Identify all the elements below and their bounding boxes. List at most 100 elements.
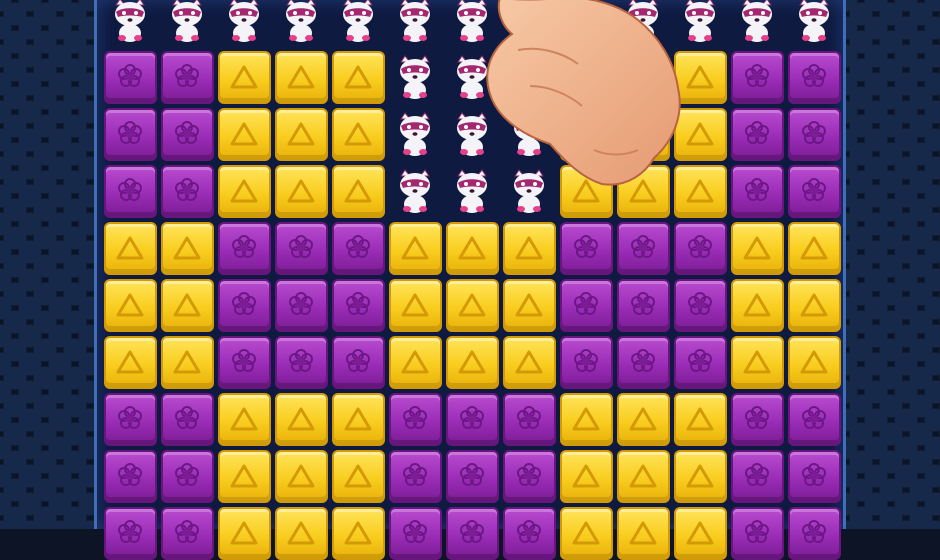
purple-cube-tile[interactable] [274, 221, 328, 275]
purple-cube-tile[interactable] [160, 107, 214, 161]
yellow-cube-tile[interactable] [388, 278, 442, 332]
purple-cube-tile[interactable] [730, 506, 784, 560]
purple-cube-tile[interactable] [103, 506, 157, 560]
yellow-cube-tile[interactable] [787, 335, 841, 389]
raccoon-tile[interactable] [388, 164, 442, 218]
purple-cube-tile[interactable] [103, 449, 157, 503]
yellow-cube-tile[interactable] [160, 335, 214, 389]
yellow-cube-tile[interactable] [559, 506, 613, 560]
purple-cube-tile[interactable] [787, 50, 841, 104]
purple-cube-tile[interactable] [388, 392, 442, 446]
yellow-cube-tile[interactable] [730, 221, 784, 275]
purple-cube-tile[interactable] [559, 278, 613, 332]
purple-cube-tile[interactable] [331, 278, 385, 332]
purple-cube-tile[interactable] [217, 278, 271, 332]
purple-cube-tile[interactable] [730, 392, 784, 446]
purple-cube-tile[interactable] [787, 449, 841, 503]
purple-cube-tile[interactable] [673, 278, 727, 332]
yellow-cube-tile[interactable] [673, 506, 727, 560]
purple-cube-tile[interactable] [673, 221, 727, 275]
yellow-cube-tile[interactable] [331, 50, 385, 104]
purple-cube-tile[interactable] [616, 278, 670, 332]
yellow-cube-tile[interactable] [388, 221, 442, 275]
yellow-cube-tile[interactable] [331, 392, 385, 446]
purple-cube-tile[interactable] [445, 392, 499, 446]
purple-cube-tile[interactable] [217, 221, 271, 275]
purple-cube-tile[interactable] [559, 221, 613, 275]
purple-cube-tile[interactable] [331, 221, 385, 275]
yellow-cube-tile[interactable] [673, 392, 727, 446]
purple-cube-tile[interactable] [160, 50, 214, 104]
purple-cube-tile[interactable] [274, 335, 328, 389]
raccoon-tile[interactable] [217, 0, 271, 47]
yellow-cube-tile[interactable] [445, 278, 499, 332]
purple-cube-tile[interactable] [730, 50, 784, 104]
purple-cube-tile[interactable] [616, 221, 670, 275]
yellow-cube-tile[interactable] [331, 164, 385, 218]
yellow-cube-tile[interactable] [388, 335, 442, 389]
yellow-cube-tile[interactable] [559, 449, 613, 503]
purple-cube-tile[interactable] [787, 392, 841, 446]
yellow-cube-tile[interactable] [616, 506, 670, 560]
purple-cube-tile[interactable] [160, 164, 214, 218]
yellow-cube-tile[interactable] [331, 107, 385, 161]
purple-cube-tile[interactable] [445, 506, 499, 560]
purple-cube-tile[interactable] [388, 506, 442, 560]
purple-cube-tile[interactable] [559, 335, 613, 389]
yellow-cube-tile[interactable] [103, 221, 157, 275]
yellow-cube-tile[interactable] [217, 506, 271, 560]
yellow-cube-tile[interactable] [274, 50, 328, 104]
purple-cube-tile[interactable] [217, 335, 271, 389]
yellow-cube-tile[interactable] [274, 107, 328, 161]
yellow-cube-tile[interactable] [616, 392, 670, 446]
purple-cube-tile[interactable] [445, 449, 499, 503]
yellow-cube-tile[interactable] [730, 335, 784, 389]
purple-cube-tile[interactable] [160, 392, 214, 446]
yellow-cube-tile[interactable] [502, 278, 556, 332]
purple-cube-tile[interactable] [673, 335, 727, 389]
raccoon-tile[interactable] [730, 0, 784, 47]
purple-cube-tile[interactable] [274, 278, 328, 332]
yellow-cube-tile[interactable] [730, 278, 784, 332]
raccoon-tile[interactable] [787, 0, 841, 47]
yellow-cube-tile[interactable] [331, 506, 385, 560]
yellow-cube-tile[interactable] [502, 335, 556, 389]
yellow-cube-tile[interactable] [331, 449, 385, 503]
yellow-cube-tile[interactable] [616, 449, 670, 503]
yellow-cube-tile[interactable] [673, 449, 727, 503]
yellow-cube-tile[interactable] [274, 164, 328, 218]
yellow-cube-tile[interactable] [160, 221, 214, 275]
raccoon-tile[interactable] [388, 0, 442, 47]
yellow-cube-tile[interactable] [274, 506, 328, 560]
yellow-cube-tile[interactable] [217, 50, 271, 104]
purple-cube-tile[interactable] [103, 50, 157, 104]
yellow-cube-tile[interactable] [217, 107, 271, 161]
yellow-cube-tile[interactable] [787, 221, 841, 275]
purple-cube-tile[interactable] [103, 107, 157, 161]
yellow-cube-tile[interactable] [103, 335, 157, 389]
yellow-cube-tile[interactable] [217, 449, 271, 503]
yellow-cube-tile[interactable] [217, 164, 271, 218]
purple-cube-tile[interactable] [730, 107, 784, 161]
purple-cube-tile[interactable] [787, 107, 841, 161]
yellow-cube-tile[interactable] [274, 392, 328, 446]
purple-cube-tile[interactable] [787, 506, 841, 560]
purple-cube-tile[interactable] [502, 506, 556, 560]
purple-cube-tile[interactable] [160, 449, 214, 503]
raccoon-tile[interactable] [103, 0, 157, 47]
yellow-cube-tile[interactable] [103, 278, 157, 332]
raccoon-tile[interactable] [274, 0, 328, 47]
raccoon-tile[interactable] [160, 0, 214, 47]
yellow-cube-tile[interactable] [787, 278, 841, 332]
yellow-cube-tile[interactable] [559, 392, 613, 446]
purple-cube-tile[interactable] [616, 335, 670, 389]
purple-cube-tile[interactable] [103, 392, 157, 446]
yellow-cube-tile[interactable] [160, 278, 214, 332]
raccoon-tile[interactable] [388, 50, 442, 104]
purple-cube-tile[interactable] [331, 335, 385, 389]
purple-cube-tile[interactable] [103, 164, 157, 218]
purple-cube-tile[interactable] [502, 449, 556, 503]
purple-cube-tile[interactable] [502, 392, 556, 446]
purple-cube-tile[interactable] [730, 449, 784, 503]
yellow-cube-tile[interactable] [502, 221, 556, 275]
